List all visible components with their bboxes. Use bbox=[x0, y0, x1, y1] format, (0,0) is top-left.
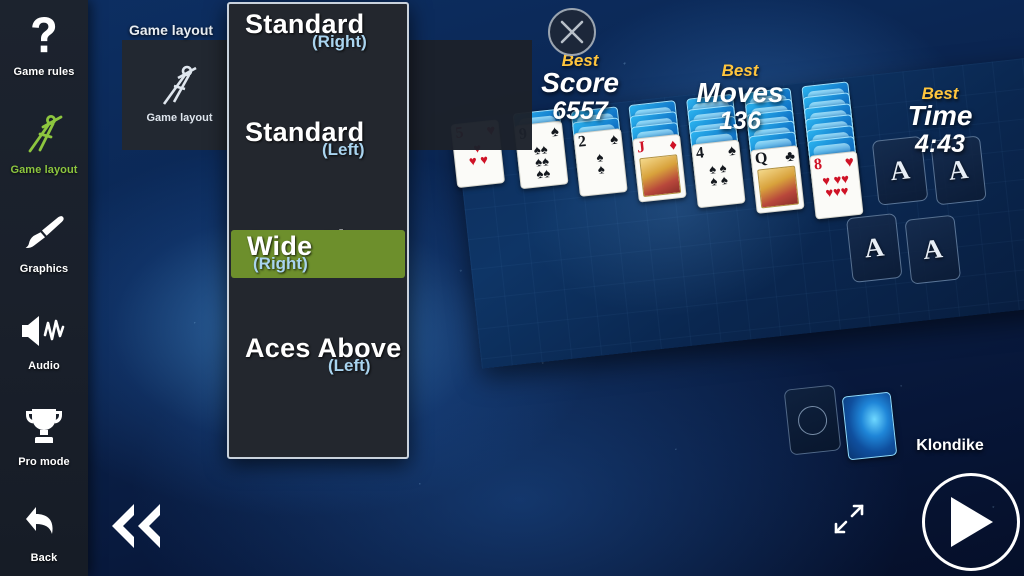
table-card[interactable]: 2 ♠ ♠ ♠ bbox=[573, 128, 628, 197]
card-rank: 2 bbox=[577, 133, 588, 151]
sidebar-item-label: Audio bbox=[28, 360, 60, 372]
stat-name: Moves bbox=[696, 77, 784, 108]
card-suit: ♣ bbox=[784, 147, 796, 166]
expand-arrows-icon bbox=[834, 504, 864, 534]
court-card-art bbox=[639, 154, 682, 198]
dropdown-option-wide-left[interactable]: Wide (Left) bbox=[229, 220, 407, 274]
circle-icon bbox=[796, 404, 829, 436]
sidebar-item-back[interactable]: Back bbox=[0, 496, 88, 564]
game-layout-dropdown[interactable]: Standard (Right) Standard (Left) Aces Ab… bbox=[227, 2, 409, 459]
stat-best-moves: Best Moves 136 bbox=[675, 62, 805, 135]
compass-divider-icon bbox=[21, 111, 67, 159]
court-card-art bbox=[757, 165, 800, 209]
stat-value: 4:43 bbox=[914, 129, 966, 158]
play-button[interactable] bbox=[922, 473, 1020, 571]
sidebar-item-audio[interactable]: Audio bbox=[0, 304, 88, 372]
card-pips: ♥ ♥♥ ♥♥♥ bbox=[821, 170, 850, 201]
stat-value: 136 bbox=[719, 106, 761, 135]
dropdown-option-tall-left[interactable]: Tall (Left) bbox=[229, 328, 407, 382]
dropdown-option-tall-right[interactable]: Tall (Right) bbox=[229, 274, 407, 328]
compass-divider-icon bbox=[140, 58, 218, 114]
speaker-waveform-icon bbox=[18, 307, 70, 355]
dropdown-option-standard-left[interactable]: Standard (Left) bbox=[229, 58, 407, 159]
back-arrow-icon bbox=[22, 499, 66, 547]
stat-name: Time bbox=[907, 100, 973, 131]
sidebar-item-label: Pro mode bbox=[18, 456, 70, 468]
sidebar-item-graphics[interactable]: Graphics bbox=[0, 207, 88, 275]
card-rank: J bbox=[636, 138, 646, 157]
card-pips: ♠ ♠ ♠ ♠ bbox=[708, 160, 729, 189]
paintbrush-icon bbox=[22, 210, 66, 258]
stat-name: Score bbox=[541, 67, 619, 98]
foundation-slot-3[interactable]: A bbox=[845, 212, 903, 283]
dropdown-option-aces-above-right[interactable]: Aces Above (Right) bbox=[229, 112, 407, 267]
close-button[interactable] bbox=[548, 8, 596, 56]
dropdown-option-aces-above-left[interactable]: Aces Above (Left) bbox=[229, 166, 407, 375]
table-card[interactable]: J ♦ bbox=[632, 133, 687, 203]
sidebar-item-game-rules[interactable]: Game rules bbox=[0, 10, 88, 78]
table-card[interactable]: 8 ♥ ♥ ♥♥ ♥♥♥ bbox=[808, 150, 864, 220]
sidebar-item-game-layout[interactable]: Game layout bbox=[0, 108, 88, 176]
table-card[interactable]: 4 ♠ ♠ ♠ ♠ ♠ bbox=[691, 139, 746, 209]
settings-screen: 5 ♥ ♥♥ ♥ 9 ♠ ♠♠♠♠♠♠ 2 ♠ ♠♠ bbox=[0, 0, 1024, 576]
trophy-icon bbox=[23, 403, 65, 451]
card-suit: ♠ bbox=[549, 122, 560, 141]
double-chevron-left-icon bbox=[112, 504, 160, 548]
card-suit: ♠ bbox=[609, 130, 619, 149]
sidebar-item-label: Game rules bbox=[13, 66, 75, 78]
sidebar-item-label: Game layout bbox=[10, 164, 78, 176]
game-name-label: Klondike bbox=[916, 437, 984, 454]
sidebar-item-label: Graphics bbox=[19, 263, 69, 275]
card-pips: ♠ ♠ bbox=[595, 149, 606, 177]
stat-best-score: Best Score 6557 bbox=[520, 52, 640, 125]
foundation-slot-4[interactable]: A bbox=[904, 214, 962, 285]
play-triangle-icon bbox=[951, 497, 993, 547]
card-suit: ♦ bbox=[668, 136, 678, 154]
sidebar-item-pro-mode[interactable]: Pro mode bbox=[0, 400, 88, 468]
fullscreen-button[interactable] bbox=[832, 502, 866, 536]
stock-pile[interactable] bbox=[783, 384, 842, 456]
question-mark-icon bbox=[29, 13, 59, 61]
stat-best-time: Best Time 4:43 bbox=[875, 85, 1005, 158]
back-nav-button[interactable] bbox=[104, 500, 170, 552]
stat-value: 6557 bbox=[552, 96, 608, 125]
card-suit: ♥ bbox=[844, 153, 855, 172]
card-rank: 8 bbox=[813, 155, 823, 174]
table-card[interactable]: Q ♣ bbox=[749, 145, 805, 214]
close-x-icon bbox=[560, 20, 584, 44]
settings-tile-label: Game layout bbox=[146, 112, 213, 124]
sidebar-item-label: Back bbox=[30, 552, 58, 564]
card-rank: 4 bbox=[695, 144, 705, 163]
option-sub-label: (Right) bbox=[312, 32, 367, 51]
settings-panel-heading: Game layout bbox=[129, 22, 214, 38]
settings-sidebar: Game rules Game layout Graphics Audio Pr… bbox=[0, 0, 88, 576]
card-rank: Q bbox=[754, 149, 769, 168]
card-suit: ♠ bbox=[727, 141, 737, 160]
dropdown-option-standard-right[interactable]: Standard (Right) bbox=[229, 4, 407, 58]
